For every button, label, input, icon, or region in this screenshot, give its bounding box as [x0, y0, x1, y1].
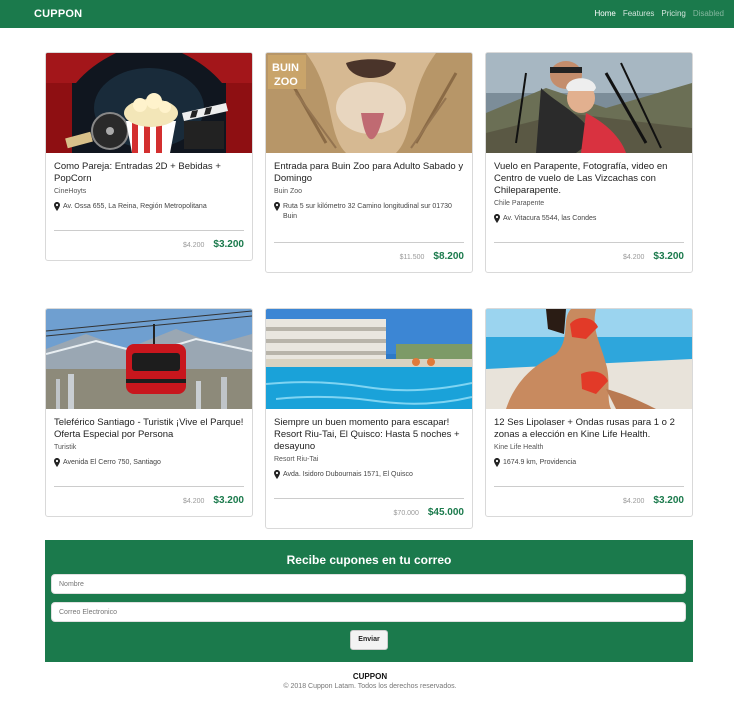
card-company: Resort Riu-Tai [274, 456, 319, 463]
card-title[interactable]: Entrada para Buin Zoo para Adulto Sabado… [274, 161, 464, 185]
card-title[interactable]: Como Pareja: Entradas 2D + Bebidas + Pop… [54, 161, 244, 185]
card-divider [54, 230, 244, 231]
card-body: Entrada para Buin Zoo para Adulto Sabado… [274, 161, 464, 272]
coupon-card[interactable]: BUIN ZOO Entrada para Buin Zoo para Adul… [265, 52, 473, 273]
card-new-price: $3.200 [213, 239, 244, 250]
brand-logo[interactable]: CUPPON [34, 8, 82, 20]
navbar: CUPPON Home Features Pricing Disabled [0, 0, 734, 28]
card-address: Av. Vitacura 5544, las Condes [494, 214, 684, 224]
coupon-card[interactable]: Siempre un buen momento para escapar! Re… [265, 308, 473, 529]
card-address-text: Av. Ossa 655, La Reina, Región Metropoli… [63, 203, 207, 210]
nav-links: Home Features Pricing Disabled [594, 9, 724, 18]
map-pin-icon [274, 202, 280, 211]
submit-button[interactable]: Enviar [350, 630, 388, 650]
coupon-card[interactable]: Teleférico Santiago - Turistik ¡Vive el … [45, 308, 253, 517]
card-address-text: Av. Vitacura 5544, las Condes [503, 215, 597, 222]
card-address: Ruta 5 sur kilómetro 32 Camino longitudi… [274, 202, 464, 222]
card-new-price: $45.000 [427, 507, 464, 518]
coupon-card[interactable]: 12 Ses Lipolaser + Ondas rusas para 1 o … [485, 308, 693, 517]
card-company: Chile Parapente [494, 200, 545, 207]
zoo-image[interactable]: BUIN ZOO [266, 53, 472, 153]
card-title[interactable]: Vuelo en Parapente, Fotografía, video en… [494, 161, 684, 197]
card-divider [54, 486, 244, 487]
card-address-text: 1674.9 km, Providencia [503, 459, 577, 466]
card-prices: $4.200 $3.200 [623, 251, 684, 262]
card-company: Kine Life Health [494, 444, 544, 451]
card-title[interactable]: 12 Ses Lipolaser + Ondas rusas para 1 o … [494, 417, 684, 441]
svg-text:ZOO: ZOO [274, 76, 298, 88]
card-new-price: $3.200 [653, 495, 684, 506]
card-divider [494, 486, 684, 487]
paraglide-image[interactable] [486, 53, 692, 153]
resort-image[interactable] [266, 309, 472, 409]
card-divider [274, 242, 464, 243]
card-old-price: $11.500 [399, 254, 425, 261]
newsletter-section: Recibe cupones en tu correo Nombre Corre… [45, 540, 693, 662]
cablecar-image[interactable] [46, 309, 252, 409]
card-address: Av. Ossa 655, La Reina, Región Metropoli… [54, 202, 244, 212]
card-prices: $11.500 $8.200 [400, 251, 464, 262]
card-divider [494, 242, 684, 243]
card-body: Como Pareja: Entradas 2D + Bebidas + Pop… [54, 161, 244, 260]
card-body: Vuelo en Parapente, Fotografía, video en… [494, 161, 684, 272]
card-title[interactable]: Teleférico Santiago - Turistik ¡Vive el … [54, 417, 244, 441]
card-body: 12 Ses Lipolaser + Ondas rusas para 1 o … [494, 417, 684, 516]
nav-home[interactable]: Home [594, 9, 615, 18]
card-title[interactable]: Siempre un buen momento para escapar! Re… [274, 417, 464, 453]
cinema-image[interactable] [46, 53, 252, 153]
nav-disabled: Disabled [692, 9, 724, 18]
card-address: 1674.9 km, Providencia [494, 458, 684, 468]
card-new-price: $3.200 [213, 495, 244, 506]
card-company: CineHoyts [54, 188, 87, 195]
footer-brand: CUPPON [352, 672, 388, 681]
card-address: Avenida El Cerro 750, Santiago [54, 458, 244, 468]
card-company: Buin Zoo [274, 188, 303, 195]
email-input[interactable]: Correo Electronico [51, 602, 686, 622]
card-address-text: Ruta 5 sur kilómetro 32 Camino longitudi… [283, 203, 452, 220]
coupon-card[interactable]: Vuelo en Parapente, Fotografía, video en… [485, 52, 693, 273]
nav-features[interactable]: Features [623, 9, 655, 18]
card-new-price: $8.200 [433, 251, 464, 262]
card-body: Teleférico Santiago - Turistik ¡Vive el … [54, 417, 244, 516]
newsletter-title: Recibe cupones en tu correo [286, 553, 452, 567]
card-prices: $70.000 $45.000 [394, 507, 464, 518]
card-prices: $4.200 $3.200 [183, 495, 244, 506]
card-address-text: Avenida El Cerro 750, Santiago [63, 459, 161, 466]
card-divider [274, 498, 464, 499]
card-body: Siempre un buen momento para escapar! Re… [274, 417, 464, 528]
map-pin-icon [54, 458, 60, 467]
card-prices: $4.200 $3.200 [623, 495, 684, 506]
map-pin-icon [54, 202, 60, 211]
footer-copyright: © 2018 Cuppon Latam. Todos los derechos … [283, 683, 457, 690]
svg-text:BUIN: BUIN [272, 62, 299, 74]
card-address-text: Avda. Isidoro Dubournais 1571, El Quisco [283, 471, 413, 478]
card-old-price: $4.200 [622, 254, 645, 261]
card-old-price: $4.200 [622, 498, 645, 505]
card-old-price: $70.000 [393, 510, 419, 517]
card-old-price: $4.200 [182, 498, 205, 505]
card-new-price: $3.200 [653, 251, 684, 262]
card-company: Turistik [54, 444, 77, 451]
pool-image[interactable] [486, 309, 692, 409]
name-input[interactable]: Nombre [51, 574, 686, 594]
card-address: Avda. Isidoro Dubournais 1571, El Quisco [274, 470, 464, 480]
card-prices: $4.200 $3.200 [183, 239, 244, 250]
nav-pricing[interactable]: Pricing [661, 9, 685, 18]
card-old-price: $4.200 [182, 242, 205, 249]
coupon-card[interactable]: Como Pareja: Entradas 2D + Bebidas + Pop… [45, 52, 253, 261]
map-pin-icon [494, 214, 500, 223]
map-pin-icon [274, 470, 280, 479]
map-pin-icon [494, 458, 500, 467]
